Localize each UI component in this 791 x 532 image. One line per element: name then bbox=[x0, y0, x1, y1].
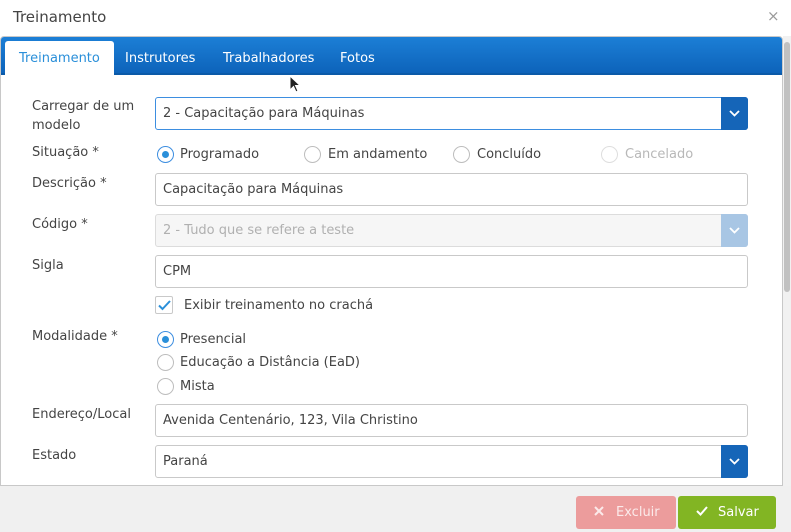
estado-label: Estado bbox=[32, 448, 77, 463]
scrollbar[interactable] bbox=[783, 36, 791, 486]
x-icon bbox=[594, 506, 604, 516]
descricao-input[interactable]: Capacitação para Máquinas bbox=[155, 173, 748, 206]
modalidade-radio-presencial[interactable] bbox=[157, 331, 174, 348]
estado-dropdown-button[interactable] bbox=[721, 445, 748, 478]
cracha-checkbox[interactable] bbox=[155, 296, 173, 314]
save-button-label: Salvar bbox=[718, 505, 759, 520]
modalidade-radio-ead[interactable] bbox=[157, 354, 174, 371]
estado-value: Paraná bbox=[163, 454, 208, 469]
situacao-radio-concluido[interactable] bbox=[453, 146, 470, 163]
dialog-footer: Excluir Salvar bbox=[0, 486, 791, 532]
codigo-dropdown-button bbox=[721, 214, 748, 247]
situacao-label: Situação * bbox=[32, 145, 99, 160]
modalidade-option-ead: Educação a Distância (EaD) bbox=[180, 355, 361, 370]
modelo-label: Carregar de um modelo bbox=[32, 99, 135, 133]
tab-bar: Treinamento Instrutores Trabalhadores Fo… bbox=[1, 37, 782, 75]
tab-fotos[interactable]: Fotos bbox=[340, 51, 375, 66]
endereco-input[interactable]: Avenida Centenário, 123, Vila Christino bbox=[155, 404, 748, 437]
situacao-option-cancelado: Cancelado bbox=[625, 147, 694, 162]
chevron-down-icon bbox=[729, 458, 740, 465]
tab-treinamento[interactable]: Treinamento bbox=[5, 41, 114, 75]
modalidade-option-mista: Mista bbox=[180, 379, 215, 394]
modalidade-label: Modalidade * bbox=[32, 329, 118, 344]
situacao-option-concluido: Concluído bbox=[477, 147, 542, 162]
delete-button[interactable]: Excluir bbox=[576, 496, 676, 529]
situacao-radio-em-andamento[interactable] bbox=[304, 146, 321, 163]
codigo-label: Código * bbox=[32, 217, 88, 232]
modelo-select[interactable]: 2 - Capacitação para Máquinas bbox=[155, 97, 748, 130]
codigo-value: 2 - Tudo que se refere a teste bbox=[163, 223, 355, 238]
modalidade-option-presencial: Presencial bbox=[180, 332, 247, 347]
tab-instrutores[interactable]: Instrutores bbox=[125, 51, 195, 66]
checkmark-icon bbox=[696, 506, 708, 516]
delete-button-label: Excluir bbox=[616, 505, 660, 520]
codigo-select: 2 - Tudo que se refere a teste bbox=[155, 214, 748, 247]
modelo-dropdown-button[interactable] bbox=[721, 97, 748, 130]
save-button[interactable]: Salvar bbox=[678, 496, 776, 529]
chevron-down-icon bbox=[729, 227, 740, 234]
sigla-label: Sigla bbox=[32, 258, 64, 273]
endereco-label: Endereço/Local bbox=[32, 407, 131, 422]
modelo-value: 2 - Capacitação para Máquinas bbox=[163, 106, 365, 121]
scrollbar-thumb[interactable] bbox=[784, 42, 790, 292]
estado-select[interactable]: Paraná bbox=[155, 445, 748, 478]
situacao-radio-programado[interactable] bbox=[157, 146, 174, 163]
modalidade-radio-mista[interactable] bbox=[157, 378, 174, 395]
dialog-title: Treinamento bbox=[13, 8, 107, 26]
chevron-down-icon bbox=[729, 110, 740, 117]
situacao-option-em-andamento: Em andamento bbox=[328, 147, 428, 162]
checkmark-icon bbox=[158, 300, 171, 311]
situacao-option-programado: Programado bbox=[180, 147, 260, 162]
mouse-cursor-icon bbox=[289, 75, 301, 93]
tab-trabalhadores[interactable]: Trabalhadores bbox=[223, 51, 314, 66]
sigla-input[interactable]: CPM bbox=[155, 255, 748, 288]
cracha-label: Exibir treinamento no crachá bbox=[184, 298, 374, 313]
dialog-titlebar: Treinamento × bbox=[0, 0, 791, 36]
descricao-label: Descrição * bbox=[32, 176, 107, 191]
close-icon[interactable]: × bbox=[767, 7, 780, 25]
situacao-radio-cancelado bbox=[601, 146, 618, 163]
